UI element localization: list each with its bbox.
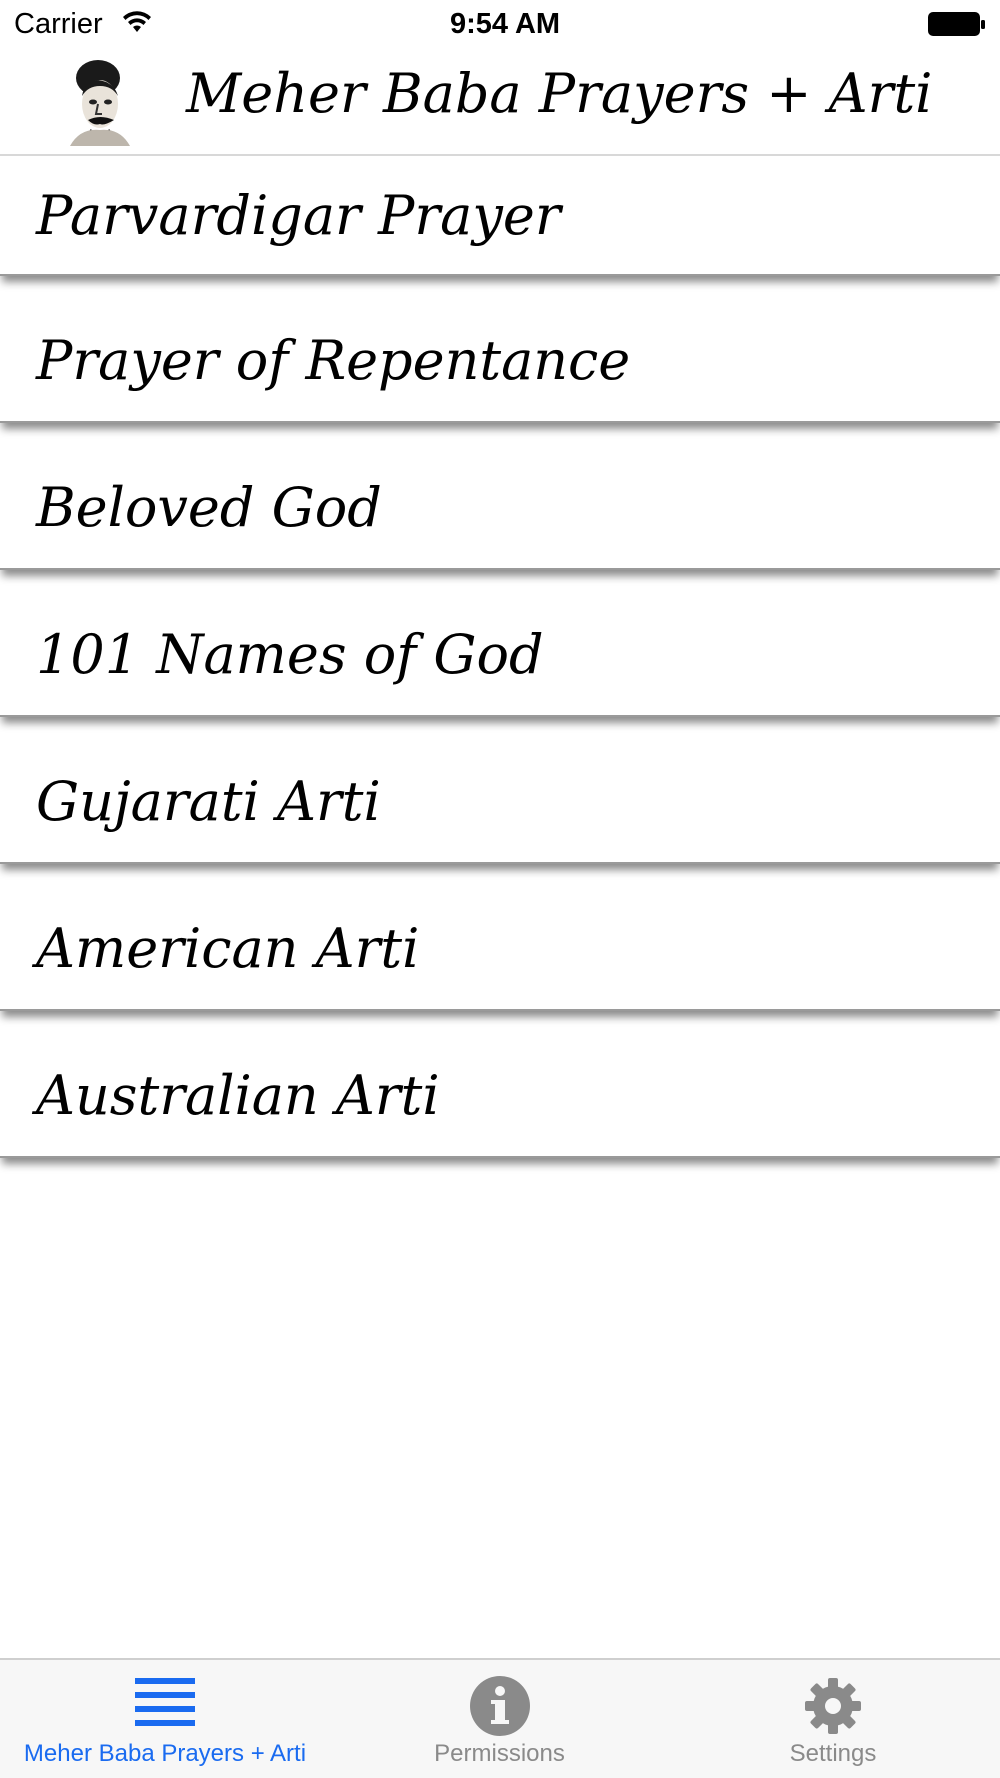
list-item-american-arti[interactable]: American Arti [0, 889, 1000, 1011]
tab-permissions[interactable]: Permissions [333, 1660, 666, 1778]
status-bar: Carrier 9:54 AM [0, 0, 1000, 50]
list-item-label: Prayer of Repentance [36, 329, 631, 392]
page-title: Meher Baba Prayers + Arti [186, 62, 933, 125]
prayer-list: Parvardigar Prayer Prayer of Repentance … [0, 156, 1000, 1183]
info-icon [469, 1676, 530, 1736]
list-item-label: Parvardigar Prayer [36, 184, 561, 247]
status-time: 9:54 AM [449, 8, 561, 40]
list-item-australian-arti[interactable]: Australian Arti [0, 1036, 1000, 1158]
tab-prayers-arti[interactable]: Meher Baba Prayers + Arti [0, 1660, 330, 1778]
list-item-beloved-god[interactable]: Beloved God [0, 448, 1000, 570]
list-item-parvardigar-prayer[interactable]: Parvardigar Prayer [0, 156, 1000, 276]
nav-bar: Meher Baba Prayers + Arti [0, 50, 1000, 156]
list-icon [135, 1678, 195, 1726]
tab-label: Permissions [434, 1740, 565, 1767]
meher-baba-portrait-icon [70, 60, 130, 146]
list-item-prayer-of-repentance[interactable]: Prayer of Repentance [0, 301, 1000, 423]
gear-icon [805, 1678, 861, 1734]
list-item-label: Beloved God [36, 476, 382, 539]
battery-icon [928, 12, 985, 36]
tab-label: Meher Baba Prayers + Arti [23, 1740, 307, 1767]
app-screen: Carrier 9:54 AM Meher Baba Prayers + Art… [0, 0, 1000, 1778]
tab-label: Settings [789, 1740, 877, 1767]
list-item-label: American Arti [36, 917, 420, 980]
list-item-label: Gujarati Arti [36, 770, 381, 833]
list-item-label: Australian Arti [36, 1064, 440, 1127]
list-item-gujarati-arti[interactable]: Gujarati Arti [0, 742, 1000, 864]
list-item-101-names-of-god[interactable]: 101 Names of God [0, 595, 1000, 717]
tab-bar: Meher Baba Prayers + Arti Permissions Se… [0, 1658, 1000, 1778]
list-item-label: 101 Names of God [36, 623, 544, 686]
tab-settings[interactable]: Settings [666, 1660, 1000, 1778]
